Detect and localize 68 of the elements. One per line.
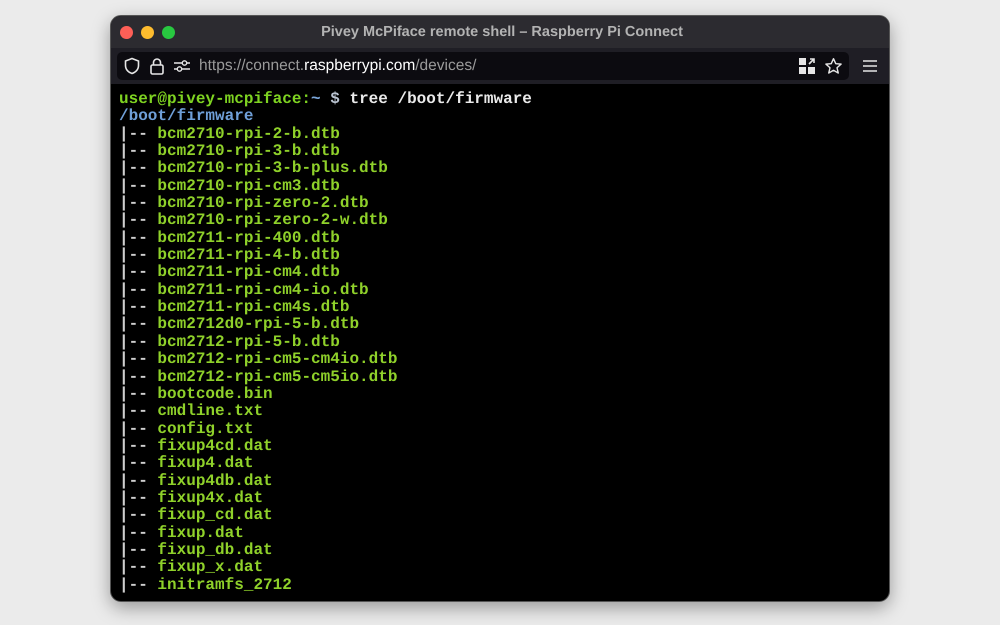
tree-branch: |--	[119, 124, 148, 143]
shield-icon[interactable]	[123, 57, 141, 75]
address-bar[interactable]: https://connect.raspberrypi.com/devices/	[117, 52, 849, 80]
tree-branch: |--	[119, 176, 148, 195]
file-name: cmdline.txt	[157, 402, 264, 420]
tree-branch: |--	[119, 558, 148, 576]
window-title: Pivey McPiface remote shell – Raspberry Pi Connect	[320, 24, 684, 40]
file-name: bcm2710-rpi-zero-2-w.dtb	[157, 211, 388, 230]
file-name: bcm2711-rpi-cm4-io.dtb	[157, 280, 369, 299]
file-name: fixup4x.dat	[157, 488, 264, 507]
file-name: bcm2710-rpi-3-b-plus.dtb	[157, 159, 388, 178]
file-name: initramfs_2712	[157, 576, 292, 594]
file-name: fixup_cd.dat	[157, 506, 273, 524]
tree-branch: |--	[119, 368, 148, 386]
file-name: config.txt	[157, 420, 254, 438]
tree-branch: |--	[119, 402, 148, 420]
tree-branch: |--	[119, 228, 148, 247]
file-name: bootcode.bin	[157, 384, 273, 403]
file-name: bcm2712d0-rpi-5-b.dtb	[157, 315, 360, 334]
url-text[interactable]: https://connect.raspberrypi.com/devices/	[199, 57, 790, 75]
tree-branch: |--	[119, 472, 148, 490]
tree-branch: |--	[119, 488, 148, 507]
tree-branch: |--	[119, 194, 148, 212]
command-text: tree /boot/firmware	[349, 90, 532, 108]
tree-branch: |--	[119, 350, 148, 368]
tree-branch: |--	[119, 506, 148, 524]
file-name: fixup4cd.dat	[157, 436, 273, 455]
file-name: bcm2712-rpi-5-b.dtb	[157, 332, 340, 351]
file-name: bcm2711-rpi-cm4.dtb	[157, 263, 340, 282]
tree-branch: |--	[119, 420, 148, 438]
tree-branch: |--	[119, 454, 148, 472]
tree-branch: |--	[119, 384, 148, 403]
tree-branch: |--	[119, 211, 148, 230]
tree-branch: |--	[119, 524, 148, 542]
tree-branch: |--	[119, 576, 148, 594]
tree-branch: |--	[119, 540, 148, 559]
file-name: bcm2710-rpi-zero-2.dtb	[157, 194, 369, 212]
bookmark-star-icon[interactable]	[824, 56, 843, 76]
tree-branch: |--	[119, 332, 148, 351]
tree-branch: |--	[119, 298, 148, 316]
tree-branch: |--	[119, 142, 148, 160]
file-name: bcm2712-rpi-cm5-cm4io.dtb	[157, 350, 398, 368]
file-name: fixup4db.dat	[157, 472, 273, 490]
file-name: bcm2710-rpi-2-b.dtb	[157, 124, 340, 143]
file-name: bcm2711-rpi-400.dtb	[157, 228, 340, 247]
file-name: fixup_x.dat	[157, 558, 264, 576]
grid-icon[interactable]	[798, 57, 816, 75]
file-name: bcm2711-rpi-cm4s.dtb	[157, 298, 350, 316]
minimize-button[interactable]	[141, 26, 154, 38]
tree-branch: |--	[119, 315, 148, 334]
tree-branch: |--	[119, 159, 148, 178]
file-name: bcm2711-rpi-4-b.dtb	[157, 246, 340, 264]
tree-branch: |--	[119, 280, 148, 299]
tree-branch: |--	[119, 246, 148, 264]
close-button[interactable]	[120, 26, 133, 38]
terminal-prompt: user@pivey-mcpiface:~ $	[119, 90, 340, 108]
file-name: fixup4.dat	[157, 454, 254, 472]
directory-path: /boot/firmware	[119, 107, 254, 126]
zoom-button[interactable]	[162, 26, 175, 38]
permissions-icon[interactable]	[173, 59, 191, 73]
file-name: bcm2710-rpi-cm3.dtb	[157, 176, 340, 195]
file-name: bcm2712-rpi-cm5-cm5io.dtb	[157, 368, 398, 386]
lock-icon[interactable]	[149, 57, 165, 75]
file-name: bcm2710-rpi-3-b.dtb	[157, 142, 340, 160]
file-name: fixup.dat	[157, 524, 244, 542]
tree-branch: |--	[119, 263, 148, 282]
tree-branch: |--	[119, 436, 148, 455]
file-name: fixup_db.dat	[157, 540, 273, 559]
